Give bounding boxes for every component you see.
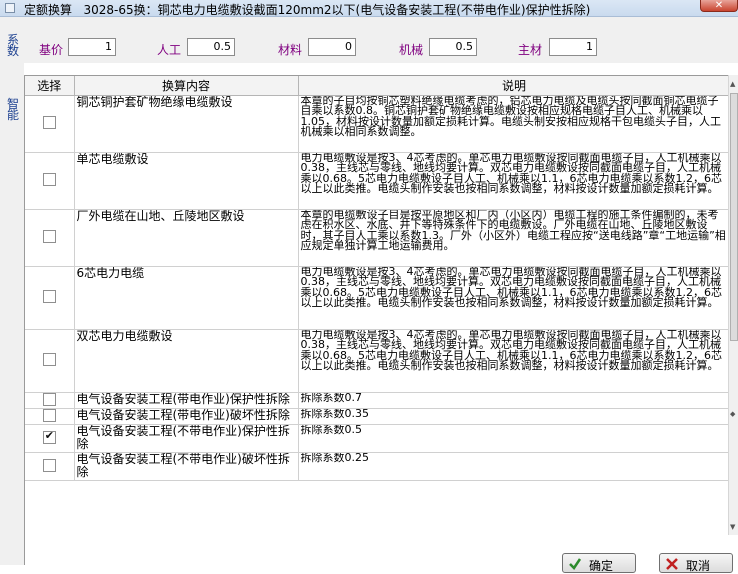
header-description[interactable]: 说明 [298, 76, 731, 96]
window-title-text: 3028-65换：铜芯电力电缆敷设截面120mm2以下(电气设备安装工程(不带电… [83, 3, 591, 17]
conversion-table: 选择 换算内容 说明 铜芯铜护套矿物绝缘电缆敷设 本章的子目均按铜芯塑料绝缘电缆… [25, 76, 731, 481]
row-checkbox[interactable] [42, 173, 56, 186]
description-cell: 本章的子目均按铜芯塑料绝缘电缆考虑的，铝芯电力电缆及电缆头按同截面铜芯电缆子目乘… [298, 95, 731, 153]
content-cell: 铜芯铜护套矿物绝缘电缆敷设 [74, 95, 299, 153]
ok-button-label: 确定 [589, 559, 614, 573]
left-sidebar: 系数 智能 [0, 17, 24, 565]
close-button[interactable]: ✕ [700, 0, 738, 12]
table-row[interactable]: 双芯电力电缆敷设 电力电缆敷设是按3、4芯考虑的。单芯电力电缆敷设按同截面电缆子… [25, 329, 731, 393]
cancel-button-label: 取消 [686, 559, 711, 573]
row-checkbox[interactable] [42, 290, 56, 303]
row-checkbox[interactable] [42, 392, 56, 406]
table-row[interactable]: 电气设备安装工程(不带电作业)保护性拆除 拆除系数0.5 [25, 424, 731, 453]
table-header-row: 选择 换算内容 说明 [25, 76, 731, 96]
description-cell: 拆除系数0.25 [298, 452, 731, 481]
select-cell[interactable] [25, 408, 75, 425]
content-cell: 厂外电缆在山地、丘陵地区敷设 [74, 209, 299, 267]
description-cell: 电力电缆敷设是按3、4芯考虑的。单芯电力电缆敷设按同截面电缆子目，人工机械乘以0… [298, 152, 731, 210]
row-checkbox[interactable] [42, 408, 56, 422]
description-cell: 拆除系数0.35 [298, 408, 731, 425]
cancel-icon [666, 558, 678, 570]
vertical-scrollbar[interactable]: ▲ ◆ ▼ [728, 75, 738, 535]
scroll-down-icon[interactable]: ▼ [730, 523, 735, 531]
coef-label-machine: 机械 [399, 43, 424, 57]
description-cell: 电力电缆敷设是按3、4芯考虑的。单芯电力电缆敷设按同截面电缆子目，人工机械乘以0… [298, 266, 731, 330]
window-tab-title: 定额换算 [24, 3, 73, 17]
row-checkbox-checked[interactable] [42, 430, 56, 444]
sidebar-coefficient-label: 系数 [7, 33, 20, 58]
select-cell[interactable] [25, 152, 75, 210]
select-cell[interactable] [25, 392, 75, 409]
content-cell: 单芯电缆敷设 [74, 152, 299, 210]
table-row[interactable]: 单芯电缆敷设 电力电缆敷设是按3、4芯考虑的。单芯电力电缆敷设按同截面电缆子目，… [25, 152, 731, 210]
table-row[interactable]: 电气设备安装工程(带电作业)破坏性拆除 拆除系数0.35 [25, 408, 731, 425]
app-icon [5, 3, 15, 13]
description-cell: 电力电缆敷设是按3、4芯考虑的。单芯电力电缆敷设按同截面电缆子目，人工机械乘以0… [298, 329, 731, 393]
row-checkbox[interactable] [42, 116, 56, 129]
coef-label-material: 材料 [278, 43, 303, 57]
coef-input-material[interactable]: 0 [308, 38, 356, 56]
coef-input-labor[interactable]: 0.5 [187, 38, 235, 56]
row-checkbox[interactable] [42, 458, 56, 472]
content-cell: 6芯电力电缆 [74, 266, 299, 330]
coefficient-row: 基价 1 人工 0.5 材料 0 机械 0.5 主材 1 [24, 17, 738, 63]
table-row[interactable]: 厂外电缆在山地、丘陵地区敷设 本章的电缆敷设子目是按平原地区和厂内（小区内）电缆… [25, 209, 731, 267]
select-cell[interactable] [25, 209, 75, 267]
title-bar: 定额换算 3028-65换：铜芯电力电缆敷设截面120mm2以下(电气设备安装工… [0, 0, 738, 17]
description-cell: 拆除系数0.5 [298, 424, 731, 453]
conversion-grid: 选择 换算内容 说明 铜芯铜护套矿物绝缘电缆敷设 本章的子目均按铜芯塑料绝缘电缆… [24, 75, 738, 565]
select-cell[interactable] [25, 95, 75, 153]
coef-input-machine[interactable]: 0.5 [429, 38, 477, 56]
select-cell[interactable] [25, 452, 75, 481]
description-cell: 拆除系数0.7 [298, 392, 731, 409]
header-content[interactable]: 换算内容 [74, 76, 299, 96]
row-checkbox[interactable] [42, 353, 56, 366]
scroll-thumb[interactable] [730, 93, 738, 341]
description-cell: 本章的电缆敷设子目是按平原地区和厂内（小区内）电缆工程的施工条件编制的，未考虑在… [298, 209, 731, 267]
scroll-grip-icon: ◆ [730, 410, 736, 418]
row-checkbox[interactable] [42, 230, 56, 243]
check-icon [569, 558, 582, 570]
select-cell[interactable] [25, 329, 75, 393]
scroll-up-icon[interactable]: ▲ [730, 80, 735, 88]
content-cell: 电气设备安装工程(不带电作业)破坏性拆除 [74, 452, 299, 481]
cancel-button[interactable]: 取消 [659, 553, 733, 573]
window-title: 定额换算 3028-65换：铜芯电力电缆敷设截面120mm2以下(电气设备安装工… [24, 1, 590, 18]
coef-label-main-material: 主材 [518, 43, 543, 57]
table-row[interactable]: 电气设备安装工程(不带电作业)破坏性拆除 拆除系数0.25 [25, 452, 731, 481]
content-cell: 电气设备安装工程(带电作业)破坏性拆除 [74, 408, 299, 425]
coef-input-main-material[interactable]: 1 [549, 38, 597, 56]
header-select[interactable]: 选择 [25, 76, 75, 96]
select-cell[interactable] [25, 266, 75, 330]
coef-label-base: 基价 [39, 43, 64, 57]
coef-label-labor: 人工 [157, 43, 182, 57]
content-cell: 双芯电力电缆敷设 [74, 329, 299, 393]
coef-input-base[interactable]: 1 [68, 38, 116, 56]
ok-button[interactable]: 确定 [562, 553, 636, 573]
content-cell: 电气设备安装工程(带电作业)保护性拆除 [74, 392, 299, 409]
sidebar-smart-label: 智能 [7, 97, 20, 122]
table-row[interactable]: 铜芯铜护套矿物绝缘电缆敷设 本章的子目均按铜芯塑料绝缘电缆考虑的，铝芯电力电缆及… [25, 95, 731, 153]
table-row[interactable]: 6芯电力电缆 电力电缆敷设是按3、4芯考虑的。单芯电力电缆敷设按同截面电缆子目，… [25, 266, 731, 330]
select-cell[interactable] [25, 424, 75, 453]
table-row[interactable]: 电气设备安装工程(带电作业)保护性拆除 拆除系数0.7 [25, 392, 731, 409]
content-cell: 电气设备安装工程(不带电作业)保护性拆除 [74, 424, 299, 453]
